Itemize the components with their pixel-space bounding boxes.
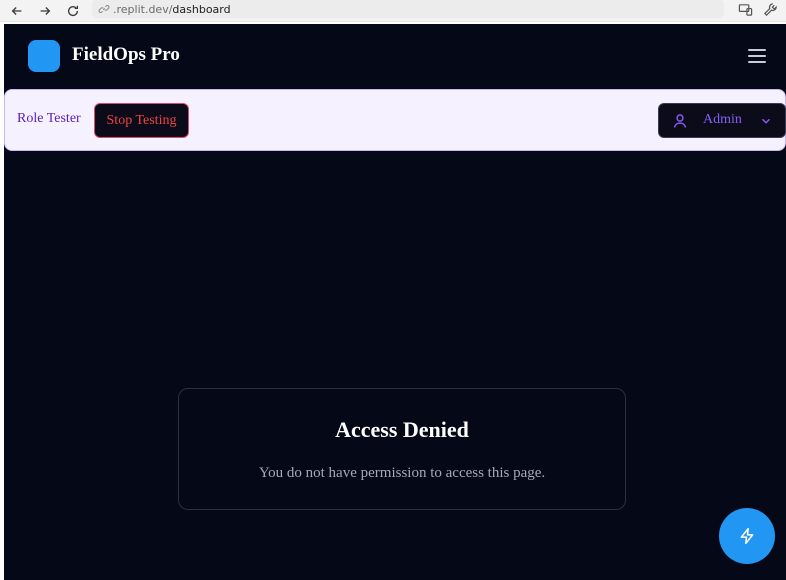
selected-role: Admin xyxy=(703,112,742,127)
browser-actions xyxy=(738,0,778,18)
quick-action-button[interactable] xyxy=(719,508,775,564)
arrow-left-icon xyxy=(11,6,22,15)
menu-line xyxy=(748,49,766,51)
wrench-icon[interactable] xyxy=(763,2,778,17)
access-denied-title: Access Denied xyxy=(335,417,469,442)
menu-line xyxy=(748,61,766,63)
lightning-icon xyxy=(740,527,754,545)
role-select[interactable]: Admin xyxy=(658,103,786,138)
back-button[interactable] xyxy=(6,2,28,20)
app-logo xyxy=(28,40,60,72)
app-header: FieldOps Pro xyxy=(4,24,786,89)
user-icon xyxy=(673,114,687,128)
forward-button[interactable] xyxy=(34,2,56,20)
reload-icon xyxy=(67,5,79,16)
menu-line xyxy=(748,55,766,57)
app-title: FieldOps Pro xyxy=(72,44,180,65)
reload-button[interactable] xyxy=(62,2,84,20)
browser-toolbar: .replit.dev/dashboard xyxy=(0,0,786,22)
role-tester-label: Role Tester xyxy=(17,111,81,126)
role-tester-bar: Role Tester Stop Testing Admin xyxy=(4,89,786,151)
url-host: .replit.dev/ xyxy=(113,2,173,16)
arrow-right-icon xyxy=(40,6,51,15)
hamburger-menu-button[interactable] xyxy=(746,46,768,66)
access-denied-card: Access Denied You do not have permission… xyxy=(178,388,626,510)
app-root: FieldOps Pro Role Tester Stop Testing Ad… xyxy=(4,24,786,580)
stop-testing-button[interactable]: Stop Testing xyxy=(94,103,189,138)
devices-icon[interactable] xyxy=(738,2,753,17)
link-icon xyxy=(98,5,110,13)
access-denied-message: You do not have permission to access thi… xyxy=(258,465,546,481)
url-path: dashboard xyxy=(172,2,231,16)
chevron-down-icon xyxy=(762,118,770,124)
address-bar[interactable]: .replit.dev/dashboard xyxy=(92,0,724,18)
